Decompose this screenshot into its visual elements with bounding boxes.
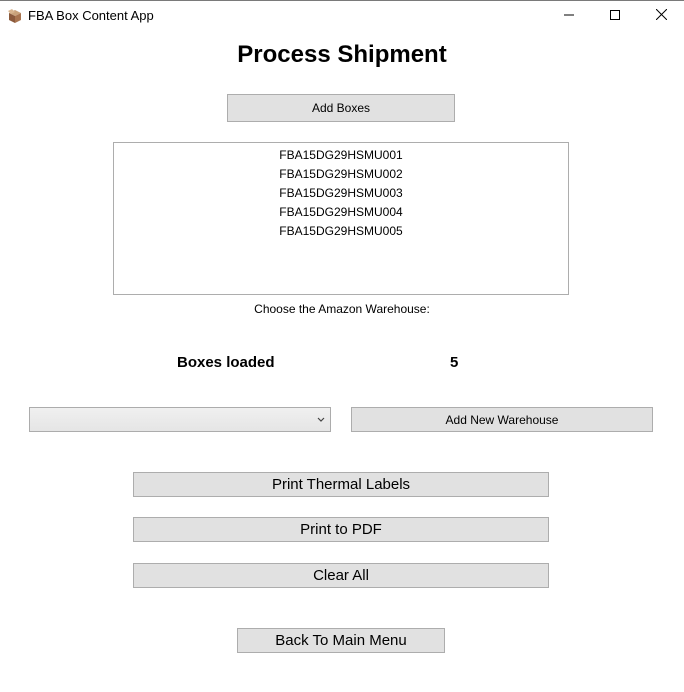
close-icon xyxy=(655,7,667,25)
list-item[interactable]: FBA15DG29HSMU005 xyxy=(114,222,568,241)
back-to-main-menu-button[interactable]: Back To Main Menu xyxy=(237,628,445,653)
boxes-loaded-count: 5 xyxy=(450,354,459,371)
maximize-button[interactable] xyxy=(592,1,638,31)
add-new-warehouse-button[interactable]: Add New Warehouse xyxy=(351,407,653,432)
print-thermal-labels-button[interactable]: Print Thermal Labels xyxy=(133,472,549,497)
list-item[interactable]: FBA15DG29HSMU001 xyxy=(114,146,568,165)
print-to-pdf-button[interactable]: Print to PDF xyxy=(133,517,549,542)
page-title: Process Shipment xyxy=(237,41,447,68)
add-boxes-button[interactable]: Add Boxes xyxy=(227,94,455,122)
clear-all-button[interactable]: Clear All xyxy=(133,563,549,588)
close-button[interactable] xyxy=(638,1,684,31)
maximize-icon xyxy=(610,7,620,25)
window-title: FBA Box Content App xyxy=(28,8,154,23)
chevron-down-icon xyxy=(316,413,326,425)
box-list[interactable]: FBA15DG29HSMU001 FBA15DG29HSMU002 FBA15D… xyxy=(113,142,569,295)
warehouse-prompt-label: Choose the Amazon Warehouse: xyxy=(254,302,430,316)
warehouse-dropdown[interactable] xyxy=(29,407,331,432)
minimize-icon xyxy=(564,7,574,25)
app-window: FBA Box Content App Process Shipment Add… xyxy=(0,0,684,692)
list-item[interactable]: FBA15DG29HSMU003 xyxy=(114,184,568,203)
boxes-loaded-label: Boxes loaded xyxy=(177,354,275,371)
minimize-button[interactable] xyxy=(546,1,592,31)
list-item[interactable]: FBA15DG29HSMU002 xyxy=(114,165,568,184)
app-box-icon xyxy=(7,8,23,24)
title-bar[interactable]: FBA Box Content App xyxy=(0,1,684,31)
list-item[interactable]: FBA15DG29HSMU004 xyxy=(114,203,568,222)
